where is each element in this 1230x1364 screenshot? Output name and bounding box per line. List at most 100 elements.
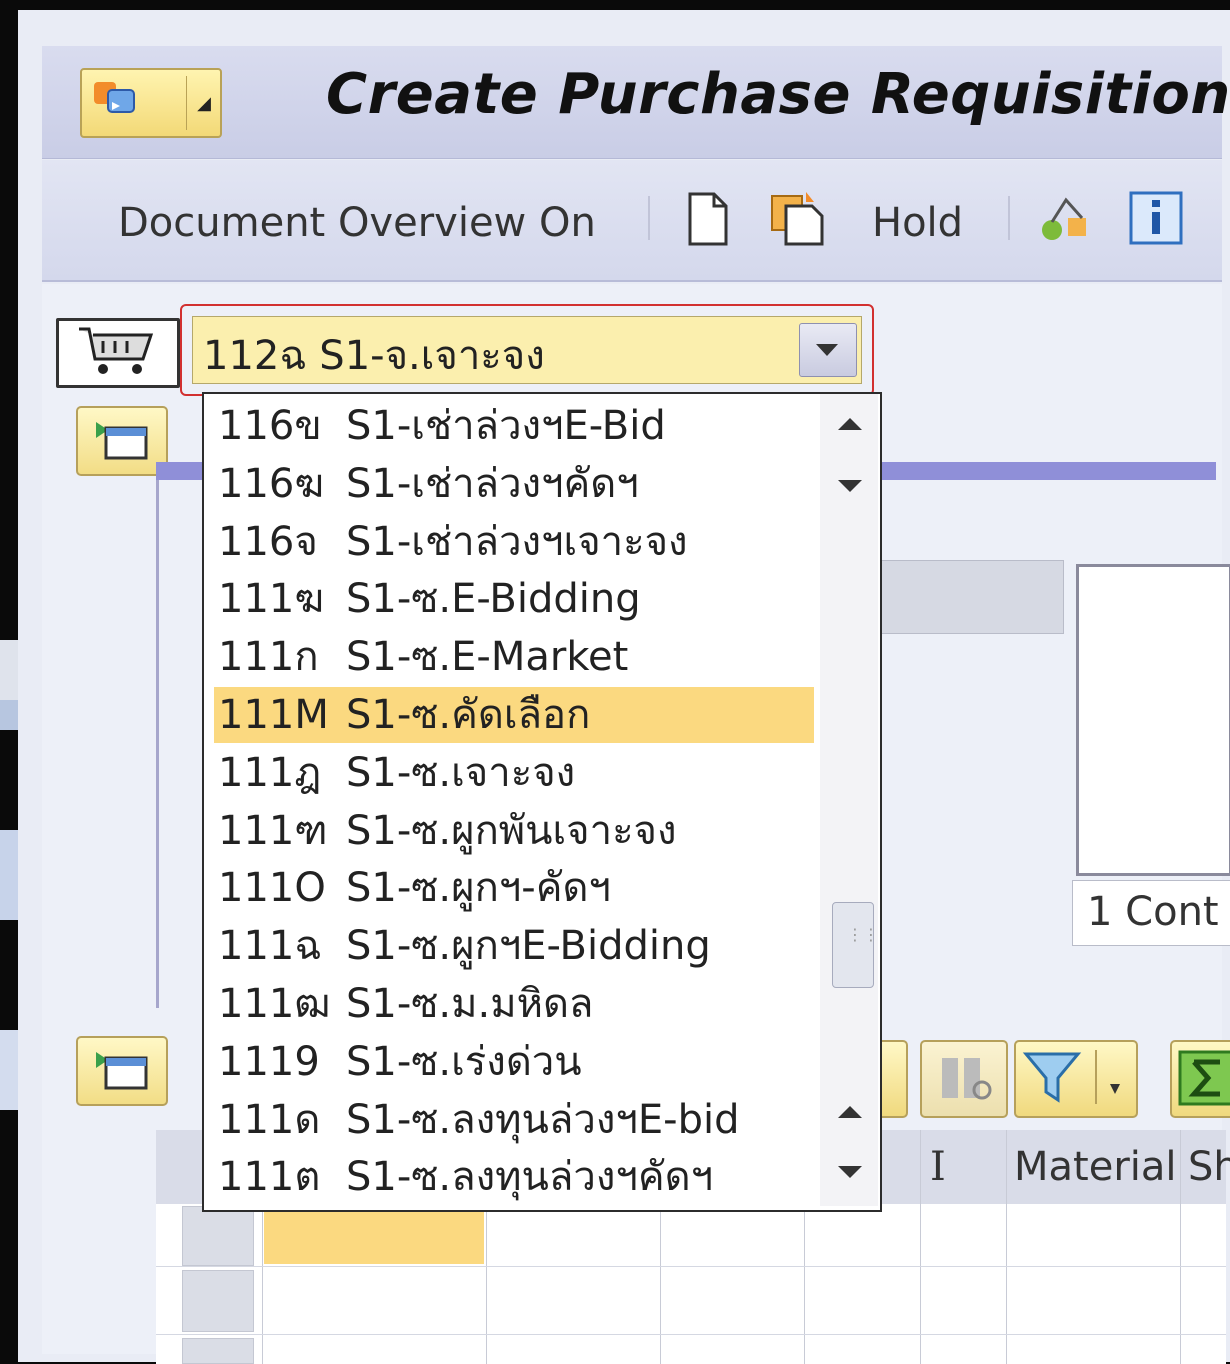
filter-button[interactable] (1014, 1040, 1138, 1118)
expand-panel-icon (96, 422, 148, 460)
option-label: S1-ซ.เร่งด่วน (346, 1038, 582, 1085)
expand-panel-icon (96, 1052, 148, 1090)
copy-document-icon[interactable] (768, 188, 828, 248)
expand-header-button[interactable] (76, 406, 168, 476)
window-title: Create Purchase Requisition (326, 62, 1230, 127)
continuation-label: 1 Cont (1087, 889, 1219, 935)
left-edge (0, 700, 18, 730)
option-label: S1-ซ.ม.มหิดล (346, 981, 594, 1027)
system-menu-button[interactable]: ◢ (80, 68, 222, 138)
column-header-short-text[interactable]: Sh (1188, 1144, 1230, 1190)
option-code: 111ฎ (218, 749, 322, 796)
find-button[interactable] (920, 1040, 1008, 1118)
header-panel-edge (156, 480, 179, 1008)
dropdown-option[interactable]: 111ก S1-ซ.E-Market (214, 629, 814, 685)
option-code: 111ฆ (218, 576, 325, 623)
combobox-dropdown-button[interactable] (799, 323, 857, 377)
option-code: 116ข (218, 403, 322, 449)
option-code: 111ต (218, 1154, 321, 1201)
option-code: 111ฑ (218, 807, 328, 854)
dropdown-option[interactable]: 111ฆ S1-ซ.E-Bidding (214, 571, 814, 627)
dropdown-option[interactable]: 111ฉ S1-ซ.ผูกฯE-Bidding (214, 918, 814, 974)
continuation-field: 1 Cont (1072, 880, 1230, 946)
option-code: 1119 (218, 1038, 320, 1085)
chevron-down-icon (816, 344, 838, 356)
dropdown-option[interactable]: 111ฑ S1-ซ.ผูกพันเจาะจง (214, 803, 814, 859)
left-edge (0, 640, 18, 700)
option-code: 111ก (218, 634, 319, 681)
left-edge (0, 830, 18, 920)
grid-column-divider (1006, 1130, 1007, 1364)
scroll-up-icon[interactable] (838, 1106, 862, 1118)
row-selector[interactable] (182, 1270, 254, 1332)
toolbar-separator (648, 196, 650, 240)
dropdown-option[interactable]: 111ด S1-ซ.ลงทุนล่วงฯE-bid (214, 1092, 814, 1148)
shopping-cart-button[interactable] (56, 318, 180, 388)
dropdown-option[interactable]: 111ฒ S1-ซ.ม.มหิดล (214, 976, 814, 1032)
option-code: 111ฒ (218, 981, 331, 1027)
row-selector[interactable] (182, 1206, 254, 1266)
personal-settings-icon[interactable] (1038, 192, 1096, 246)
sum-button[interactable] (1170, 1040, 1230, 1118)
title-bar: ◢ Create Purchase Requisition (42, 46, 1230, 159)
option-label: S1-ซ.คัดเลือก (346, 692, 591, 738)
info-icon[interactable] (1128, 190, 1184, 246)
option-code: 111O (218, 865, 326, 912)
dropdown-option[interactable]: 1119 S1-ซ.เร่งด่วน (214, 1034, 814, 1090)
option-label: S1-เช่าล่วงฯคัดฯ (346, 460, 639, 507)
document-type-field[interactable]: 112ฉ S1-จ.เจาะจง (192, 316, 862, 384)
dropdown-option[interactable]: 116ฆ S1-เช่าล่วงฯคัดฯ (214, 456, 814, 512)
find-icon (942, 1058, 992, 1100)
row-selector[interactable] (182, 1338, 254, 1364)
document-overview-button[interactable]: Document Overview On (118, 200, 596, 246)
filter-icon (1022, 1050, 1120, 1104)
option-label: S1-ซ.ลงทุนล่วงฯคัดฯ (346, 1154, 714, 1201)
option-label: S1-ซ.ลงทุนล่วงฯE-bid (346, 1096, 740, 1143)
option-code: 111ด (218, 1096, 321, 1143)
document-type-dropdown: 116ข S1-เช่าล่วงฯE-Bid 116ฆ S1-เช่าล่วงฯคัด… (202, 392, 882, 1212)
grid-column-divider (1180, 1130, 1181, 1364)
column-header-material[interactable]: Material (1014, 1144, 1177, 1190)
option-label: S1-ซ.ผูกฯE-Bidding (346, 923, 711, 970)
grid-column-divider (920, 1130, 921, 1364)
new-document-icon[interactable] (686, 190, 730, 248)
option-label: S1-ซ.E-Market (346, 634, 629, 681)
toolbar-separator (1008, 196, 1010, 240)
dropdown-option[interactable]: 111M S1-ซ.คัดเลือก (214, 687, 814, 743)
active-cell[interactable] (264, 1206, 484, 1264)
hold-button[interactable]: Hold (872, 200, 963, 246)
option-label: S1-เช่าล่วงฯเจาะจง (346, 518, 688, 565)
option-label: S1-ซ.ผูกพันเจาะจง (346, 807, 677, 854)
dropdown-option[interactable]: 116ข S1-เช่าล่วงฯE-Bid (214, 398, 814, 454)
scrollbar-thumb[interactable]: ⋮⋮ (832, 902, 879, 988)
menu-separator (186, 76, 187, 130)
scroll-up-icon[interactable] (838, 418, 862, 430)
dropdown-option[interactable]: 116จ S1-เช่าล่วงฯเจาะจง (214, 514, 814, 570)
option-label: S1-เช่าล่วงฯE-Bid (346, 403, 666, 449)
application-toolbar: Document Overview On Hold (42, 160, 1222, 282)
option-code: 111ฉ (218, 923, 322, 970)
option-code: 116จ (218, 518, 318, 565)
document-type-combobox[interactable]: 112ฉ S1-จ.เจาะจง (180, 304, 874, 396)
left-edge (0, 1030, 18, 1110)
option-code: 111M (218, 692, 329, 738)
sum-icon (1178, 1050, 1230, 1106)
option-label: S1-ซ.เจาะจง (346, 749, 576, 796)
text-editor-area[interactable] (1076, 564, 1230, 876)
scroll-down-icon[interactable] (838, 480, 862, 492)
scroll-down-icon[interactable] (838, 1166, 862, 1178)
menu-dropdown-icon[interactable]: ◢ (192, 84, 216, 124)
grid-row-divider (156, 1334, 1226, 1335)
column-header-i[interactable]: I (930, 1144, 946, 1190)
dropdown-option[interactable]: 111ฎ S1-ซ.เจาะจง (214, 745, 814, 801)
dropdown-scrollbar[interactable]: ⋮⋮ (820, 394, 879, 1206)
document-type-value: 112ฉ S1-จ.เจาะจง (203, 333, 545, 379)
shopping-cart-icon (79, 327, 154, 374)
option-code: 116ฆ (218, 460, 325, 507)
grid-row-divider (156, 1266, 1226, 1267)
option-label: S1-ซ.E-Bidding (346, 576, 641, 623)
option-label: S1-ซ.ผูกฯ-คัดฯ (346, 865, 611, 912)
dropdown-option[interactable]: 111O S1-ซ.ผูกฯ-คัดฯ (214, 860, 814, 916)
expand-items-button[interactable] (76, 1036, 168, 1106)
dropdown-option[interactable]: 111ต S1-ซ.ลงทุนล่วงฯคัดฯ (214, 1149, 814, 1205)
